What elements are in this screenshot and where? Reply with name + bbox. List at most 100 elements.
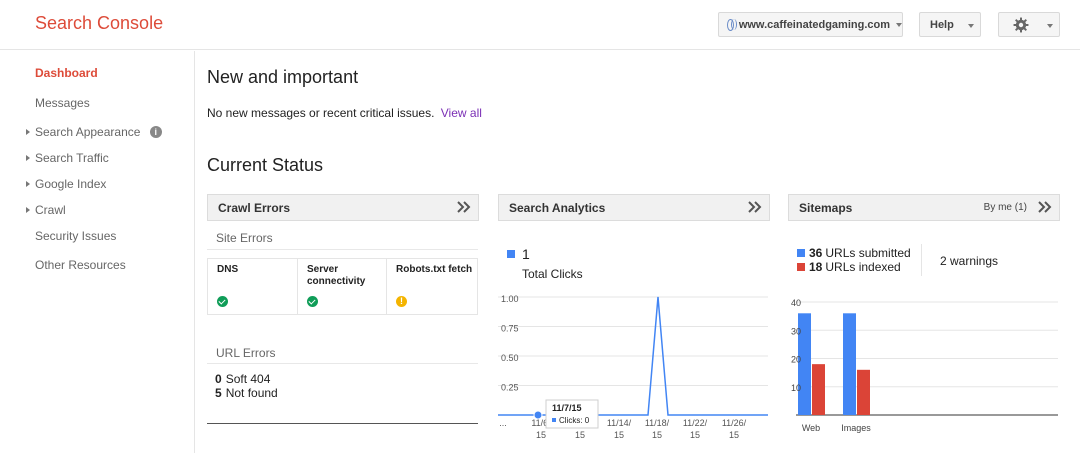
bar	[843, 313, 856, 415]
total-clicks-label: Total Clicks	[522, 267, 583, 281]
double-chevron-right-icon[interactable]	[456, 200, 472, 214]
sidebar-item-label: Crawl	[35, 203, 66, 217]
urls-submitted-label: URLs submitted	[825, 246, 911, 260]
url-errors-label: URL Errors	[216, 346, 276, 360]
site-error-label: Robots.txt fetch	[396, 264, 473, 275]
site-selector[interactable]: www.caffeinatedgaming.com	[718, 12, 903, 37]
tooltip-value: Clicks: 0	[559, 416, 590, 425]
site-errors-table: DNS Server connectivity Robots.txt fetch…	[207, 258, 478, 315]
x-tick-label: 15	[536, 430, 546, 440]
url-error-label: Soft 404	[225, 372, 271, 386]
bar	[857, 369, 870, 415]
sidebar-item-other-resources[interactable]: Other Resources	[35, 258, 126, 272]
notice-text: No new messages or recent critical issue…	[207, 106, 435, 120]
view-all-link[interactable]: View all	[441, 106, 482, 120]
sitemaps-filter[interactable]: By me (1)	[984, 195, 1027, 221]
x-tick-label: Web	[802, 423, 820, 433]
sitemaps-title: Sitemaps	[799, 201, 853, 215]
help-button-label: Help	[930, 18, 954, 31]
current-status-title: Current Status	[207, 155, 324, 175]
top-bar: Search Console www.caffeinatedgaming.com…	[0, 0, 1080, 50]
x-tick-label: 15	[575, 430, 585, 440]
chevron-down-icon	[896, 22, 902, 27]
help-button[interactable]: Help	[919, 12, 981, 37]
site-error-robots-fetch[interactable]: Robots.txt fetch !	[387, 259, 477, 314]
y-tick-label: 0.25	[501, 383, 519, 393]
y-tick-label: 0.75	[501, 324, 519, 334]
y-tick-label: 0.50	[501, 353, 519, 363]
check-circle-icon	[307, 296, 318, 307]
x-tick-label: 11/14/	[607, 418, 632, 428]
x-tick-label: ...	[499, 418, 507, 428]
expand-arrow-icon	[26, 207, 30, 213]
messages-notice: No new messages or recent critical issue…	[207, 106, 482, 120]
url-error-not-found[interactable]: 5 Not found	[215, 386, 278, 400]
tooltip-date: 11/7/15	[552, 403, 582, 413]
site-errors-label: Site Errors	[216, 231, 273, 245]
bar	[812, 364, 825, 415]
sitemaps-chart[interactable]: Web Images 40 30 20 10	[788, 290, 1060, 440]
crawl-errors-header[interactable]: Crawl Errors	[207, 194, 479, 221]
x-tick-label: 15	[690, 430, 700, 440]
y-tick-label: 10	[791, 383, 801, 393]
x-tick-label: 15	[729, 430, 739, 440]
sitemaps-header[interactable]: Sitemaps By me (1)	[788, 194, 1060, 221]
divider	[207, 249, 478, 250]
y-tick-label: 30	[791, 326, 801, 336]
search-analytics-title: Search Analytics	[509, 201, 606, 215]
hover-point	[533, 410, 543, 420]
sidebar-item-label: Google Index	[35, 177, 107, 191]
info-icon[interactable]: i	[149, 126, 162, 138]
new-and-important-title: New and important	[207, 67, 359, 87]
sidebar-item-messages[interactable]: Messages	[35, 96, 90, 110]
chevron-down-icon	[968, 24, 974, 28]
search-analytics-header[interactable]: Search Analytics	[498, 194, 770, 221]
x-tick-label: 11/26/	[722, 418, 747, 428]
sidebar-item-crawl[interactable]: Crawl	[26, 203, 66, 217]
y-tick-label: 20	[791, 355, 801, 365]
sidebar-item-google-index[interactable]: Google Index	[26, 177, 107, 191]
site-error-server-connectivity[interactable]: Server connectivity	[298, 259, 387, 314]
sidebar-item-search-appearance[interactable]: Search Appearance i	[26, 125, 162, 139]
tooltip-swatch	[552, 418, 556, 422]
x-tick-label: 11/18/	[645, 418, 670, 428]
divider	[207, 363, 478, 364]
x-tick-label: 11/22/	[683, 418, 708, 428]
x-tick-label: Images	[841, 423, 871, 433]
site-error-dns[interactable]: DNS	[208, 259, 298, 314]
site-error-label: Server connectivity	[307, 264, 366, 287]
url-error-count: 0	[215, 372, 222, 386]
search-analytics-chart[interactable]: 1.000.750.500.25...11/6/1511/10/1511/14/…	[498, 290, 770, 445]
double-chevron-right-icon[interactable]	[1037, 200, 1053, 214]
gear-icon	[1013, 17, 1029, 33]
chevron-down-icon	[1047, 24, 1053, 28]
check-circle-icon	[217, 296, 228, 307]
urls-submitted-count: 36	[809, 246, 823, 260]
sidebar	[0, 51, 195, 453]
urls-indexed-count: 18	[809, 260, 823, 274]
total-clicks-value: 1	[522, 246, 530, 262]
sidebar-item-security-issues[interactable]: Security Issues	[35, 229, 116, 243]
double-chevron-right-icon[interactable]	[747, 200, 763, 214]
expand-arrow-icon	[26, 155, 30, 161]
sitemap-warnings[interactable]: 2 warnings	[940, 254, 998, 268]
card-bottom-rule	[207, 423, 478, 424]
urls-submitted: 36 URLs submitted	[809, 246, 911, 260]
legend-swatch-indexed	[797, 263, 805, 271]
sidebar-item-search-traffic[interactable]: Search Traffic	[26, 151, 109, 165]
legend-swatch-submitted	[797, 249, 805, 257]
urls-indexed-label: URLs indexed	[825, 260, 901, 274]
divider	[921, 244, 922, 276]
expand-arrow-icon	[26, 181, 30, 187]
sidebar-item-label: Search Traffic	[35, 151, 109, 165]
sidebar-item-dashboard[interactable]: Dashboard	[35, 66, 98, 80]
x-tick-label: 15	[614, 430, 624, 440]
url-error-soft-404[interactable]: 0 Soft 404	[215, 372, 270, 386]
url-error-count: 5	[215, 386, 222, 400]
brand-logo[interactable]: Search Console	[35, 13, 163, 34]
site-error-label: DNS	[217, 264, 239, 275]
sidebar-item-label: Search Appearance	[35, 125, 141, 139]
warning-circle-icon: !	[396, 296, 407, 307]
settings-button[interactable]	[998, 12, 1060, 37]
y-tick-label: 40	[791, 298, 801, 308]
